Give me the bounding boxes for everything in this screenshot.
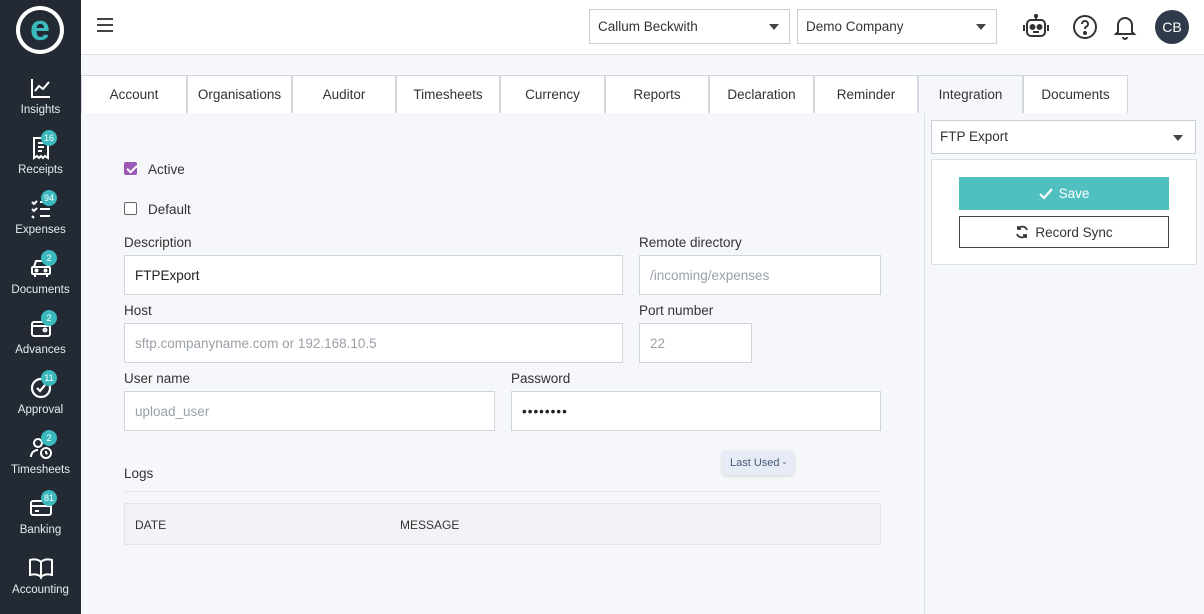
menu-icon[interactable] (97, 18, 113, 32)
username-label: User name (124, 371, 191, 386)
sidebar-item-receipts[interactable]: 16 Receipts (0, 130, 81, 194)
panel-divider (924, 113, 925, 614)
badge-expenses: 94 (41, 190, 58, 206)
chevron-down-icon (1173, 135, 1183, 141)
sidebar-item-timesheets[interactable]: 2 Timesheets (0, 430, 81, 494)
active-checkbox[interactable] (124, 162, 137, 175)
sidebar-item-label: Expenses (15, 224, 66, 236)
tab-account[interactable]: Account (81, 75, 187, 113)
chevron-down-icon (976, 24, 986, 30)
sidebar-item-label: Documents (11, 284, 70, 296)
company-select-value: Demo Company (806, 19, 904, 34)
active-label: Active (148, 162, 185, 177)
record-sync-button[interactable]: Record Sync (959, 216, 1169, 248)
user-select-value: Callum Beckwith (598, 19, 698, 34)
username-input[interactable] (124, 391, 495, 431)
col-message: MESSAGE (400, 518, 460, 532)
sidebar-item-expenses[interactable]: 94 Expenses (0, 190, 81, 254)
tab-documents[interactable]: Documents (1023, 75, 1128, 113)
badge-approval: 11 (41, 370, 57, 386)
chart-line-icon (30, 79, 50, 98)
save-button-label: Save (1058, 186, 1090, 201)
robot-icon[interactable] (1022, 14, 1050, 40)
tab-declaration[interactable]: Declaration (709, 75, 814, 113)
sidebar-item-approval[interactable]: 11 Approval (0, 370, 81, 434)
logs-divider (124, 491, 881, 492)
remote-directory-label: Remote directory (639, 235, 742, 250)
tab-auditor[interactable]: Auditor (292, 75, 396, 113)
integration-type-select[interactable]: FTP Export (931, 120, 1196, 154)
sidebar-item-label: Accounting (12, 584, 69, 596)
sidebar-item-insights[interactable]: Insights (0, 76, 81, 134)
action-panel (931, 159, 1197, 265)
password-label: Password (511, 371, 571, 386)
sidebar-item-advances[interactable]: 2 Advances (0, 310, 81, 374)
host-input[interactable] (124, 323, 623, 363)
sync-icon (1016, 225, 1029, 239)
badge-receipts: 16 (41, 130, 58, 146)
default-checkbox[interactable] (124, 202, 137, 215)
bell-icon[interactable] (1113, 14, 1137, 40)
sidebar-item-label: Receipts (18, 164, 63, 176)
last-used-badge: Last Used - (722, 451, 795, 475)
description-input[interactable] (124, 255, 623, 295)
avatar[interactable]: CB (1155, 10, 1189, 44)
integration-type-value: FTP Export (940, 129, 1009, 144)
badge-documents: 2 (41, 250, 57, 266)
sidebar-item-label: Insights (20, 104, 61, 116)
password-input[interactable] (511, 391, 881, 431)
port-number-label: Port number (639, 303, 714, 318)
chevron-down-icon (769, 24, 779, 30)
company-select[interactable]: Demo Company (797, 9, 997, 44)
tab-integration[interactable]: Integration (918, 75, 1023, 113)
sidebar-item-label: Advances (15, 344, 66, 356)
col-date: DATE (135, 518, 167, 532)
sidebar-item-label: Approval (17, 404, 64, 416)
tab-reports[interactable]: Reports (605, 75, 709, 113)
save-button[interactable]: Save (959, 177, 1169, 210)
checkmark-icon (1038, 187, 1053, 200)
host-label: Host (124, 303, 152, 318)
tab-timesheets[interactable]: Timesheets (396, 75, 500, 113)
sidebar-item-documents[interactable]: 2 Documents (0, 250, 81, 314)
top-bar: Callum Beckwith Demo Company CB (81, 0, 1204, 55)
user-select[interactable]: Callum Beckwith (589, 9, 790, 44)
app-logo[interactable]: e (16, 6, 64, 54)
sidebar-item-label: Banking (19, 524, 62, 536)
description-label: Description (124, 235, 192, 250)
port-number-input[interactable] (639, 323, 752, 363)
tab-currency[interactable]: Currency (500, 75, 605, 113)
sidebar: e Insights 16 Receipts 94 Expenses 2 Doc… (0, 0, 81, 614)
logs-title: Logs (124, 466, 154, 481)
record-sync-label: Record Sync (1035, 224, 1113, 240)
book-icon (28, 558, 53, 580)
logs-table-header: DATE MESSAGE (124, 503, 881, 545)
sidebar-item-banking[interactable]: 81 Banking (0, 490, 81, 554)
badge-banking: 81 (41, 490, 58, 506)
default-label: Default (148, 202, 191, 217)
sidebar-item-accounting[interactable]: Accounting (0, 556, 81, 614)
remote-directory-input[interactable] (639, 255, 881, 295)
tab-organisations[interactable]: Organisations (187, 75, 292, 113)
sidebar-item-label: Timesheets (10, 464, 70, 476)
badge-advances: 2 (41, 310, 57, 326)
help-icon[interactable] (1072, 14, 1098, 40)
badge-timesheets: 2 (41, 430, 57, 446)
logo-letter: e (29, 7, 51, 48)
tab-reminder[interactable]: Reminder (814, 75, 918, 113)
